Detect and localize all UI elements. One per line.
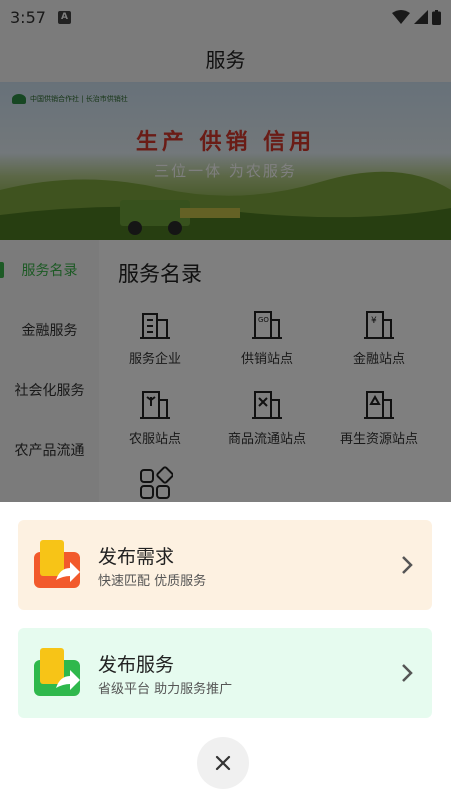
- chevron-right-icon: [402, 556, 413, 574]
- publish-demand-card[interactable]: 发布需求 快速匹配 优质服务: [18, 520, 432, 610]
- close-button[interactable]: [197, 737, 249, 789]
- publish-service-icon: [34, 648, 80, 696]
- publish-demand-title: 发布需求: [98, 546, 175, 568]
- publish-demand-icon: [34, 540, 80, 588]
- modal-backdrop[interactable]: [0, 0, 451, 502]
- publish-bottom-sheet: 发布需求 快速匹配 优质服务 发布服务 省级平台 助力服务推广: [0, 502, 451, 803]
- close-icon: [215, 755, 231, 771]
- publish-service-title: 发布服务: [98, 654, 175, 676]
- publish-demand-subtitle: 快速匹配 优质服务: [98, 574, 207, 589]
- publish-service-subtitle: 省级平台 助力服务推广: [98, 682, 233, 697]
- publish-service-card[interactable]: 发布服务 省级平台 助力服务推广: [18, 628, 432, 718]
- chevron-right-icon: [402, 664, 413, 682]
